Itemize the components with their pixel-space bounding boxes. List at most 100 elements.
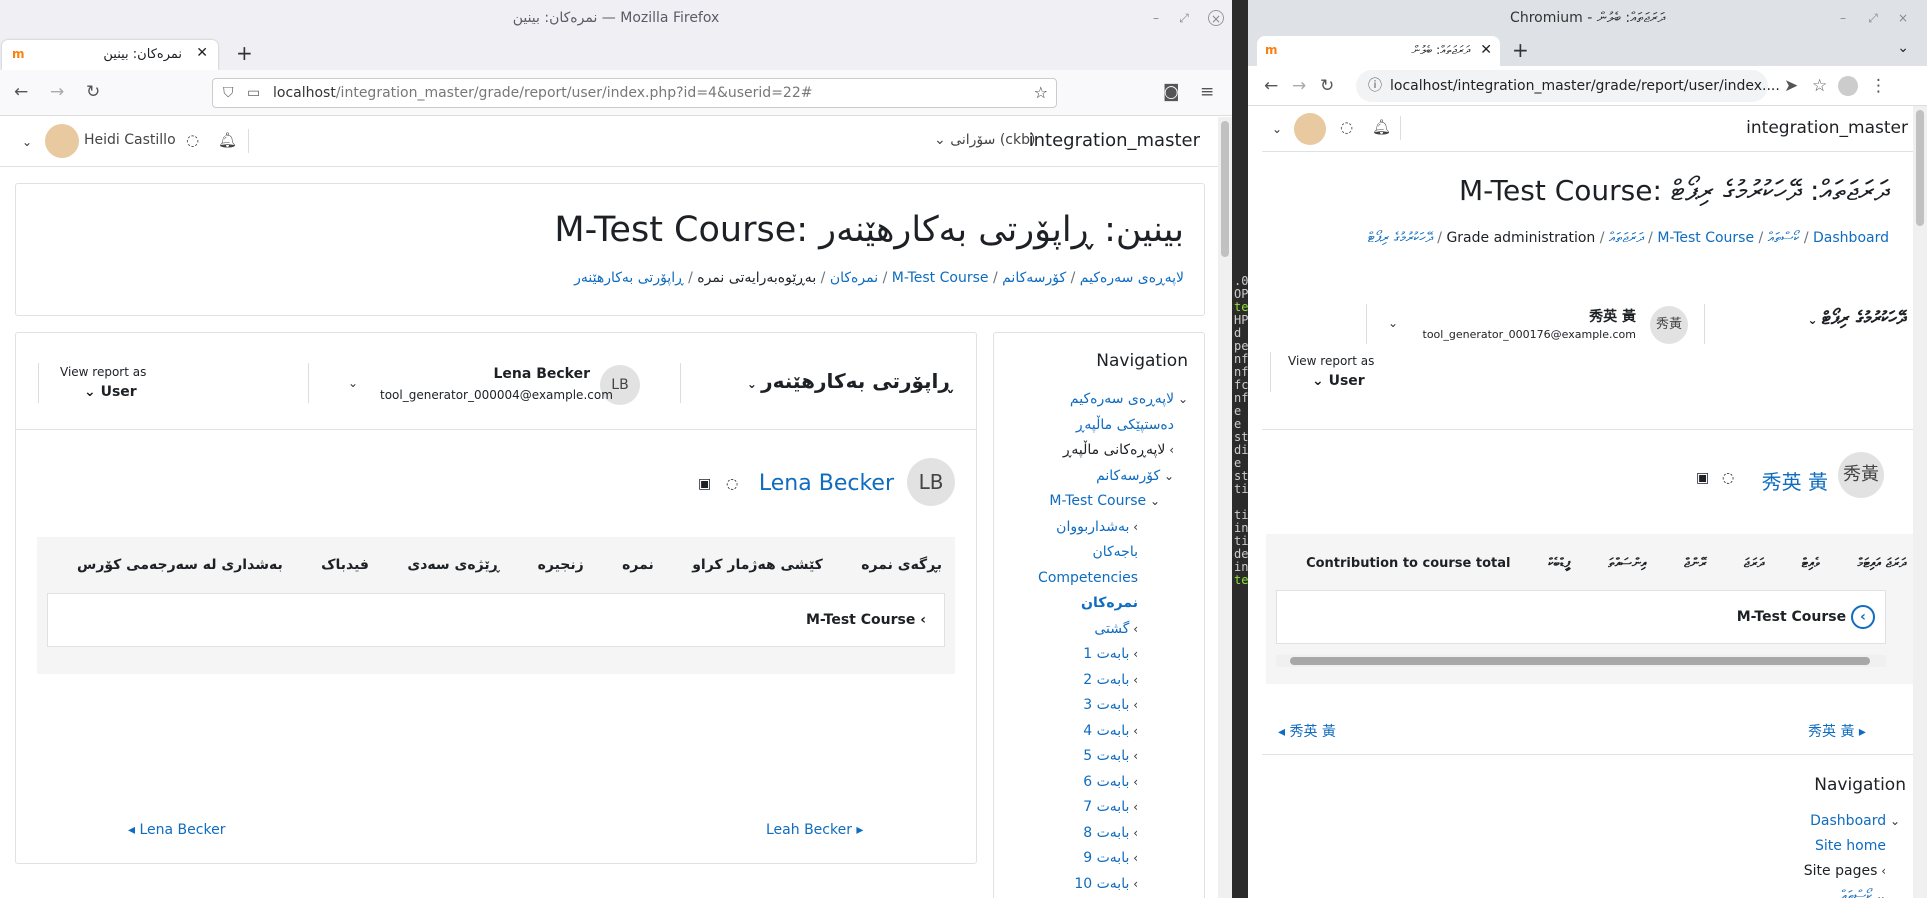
user-select-chevron-icon[interactable]: ⌄ [348,376,358,390]
user-avatar[interactable] [45,124,79,158]
tab-close-icon[interactable]: ✕ [1480,42,1492,58]
course-row-label[interactable]: M-Test Course ‹ [806,612,926,628]
breadcrumb-item[interactable]: ދޭހަކުރުމުގެ ރިޕޯޓް [1368,230,1433,246]
report-selector[interactable]: ⌄ ڕاپۆرتی بەکارهێنەر [747,369,952,393]
scrollbar-thumb[interactable] [1290,657,1870,665]
back-icon[interactable]: ← [14,82,28,102]
nav-item[interactable]: بابەت 6 ‹ [1083,774,1138,790]
nav-item[interactable]: بابەت 5 ‹ [1083,748,1138,764]
next-user-link[interactable]: 秀英 黃 ▸ [1808,721,1866,741]
chevron-left-icon: ‹ [1129,647,1138,661]
horizontal-scrollbar[interactable] [1276,655,1886,667]
language-menu[interactable]: ⌄ سۆرانی (ckb) [934,132,1035,148]
bookmark-star-icon[interactable]: ☆ [1812,76,1827,96]
report-user-name[interactable]: Lena Becker [734,471,894,496]
minimize-button[interactable]: – [1148,10,1164,26]
site-name[interactable]: integration_master [1746,118,1908,138]
breadcrumb-item[interactable]: M-Test Course [1657,230,1754,246]
scrollbar-thumb[interactable] [1221,121,1229,257]
breadcrumb-item[interactable]: ކޯސްތައް [1768,230,1800,246]
notifications-bell-icon[interactable]: 🔔︎ [218,131,237,149]
menu-icon[interactable]: ⋮ [1870,76,1887,96]
nav-item[interactable]: بابەت 3 ‹ [1083,697,1138,713]
messages-icon[interactable]: ◌ [186,131,199,149]
url-bar[interactable]: ⓘ localhost/integration_master/grade/rep… [1356,70,1780,102]
nav-item[interactable]: M-Test Course ⌄ [1049,493,1160,509]
menu-icon[interactable]: ≡ [1200,82,1214,102]
table-row: M-Test Course ‹ [1276,590,1886,644]
maximize-button[interactable]: ⤢ [1176,10,1192,26]
nav-item[interactable]: Competencies [1038,570,1138,586]
nav-item[interactable]: Dashboard ⌄ [1810,813,1900,829]
browser-tab[interactable]: m نمرەکان: بینین ✕ [2,40,218,70]
nav-item[interactable]: بەشداربووان ‹ [1056,519,1138,535]
nav-item[interactable]: نمرەکان [1081,595,1138,611]
nav-item[interactable]: باجەکان [1092,544,1138,560]
breadcrumb-item[interactable]: کۆرسەکانم [1002,270,1066,286]
close-window-button[interactable]: × [1208,10,1224,26]
user-select-chevron-icon[interactable]: ⌄ [1388,316,1398,330]
url-bar[interactable]: ⛉ ▭ localhost/integration_master/grade/r… [212,78,1057,108]
tab-search-icon[interactable]: ⌄ [1897,40,1909,56]
user-menu-chevron-icon[interactable]: ⌄ [22,135,32,149]
prev-user-link[interactable]: ◂ Lena Becker [128,822,225,838]
view-as-select[interactable]: ⌄ User [1312,373,1365,389]
forward-icon[interactable]: → [50,82,64,102]
browser-tab[interactable]: m ދަރަޖަތައް: ބެލުން ✕ [1257,36,1500,66]
bookmark-star-icon[interactable]: ☆ [1034,79,1048,107]
breadcrumb-item[interactable]: ڕاپۆرتی بەکارهێنەر [574,270,684,286]
scrollbar-thumb[interactable] [1916,110,1924,226]
selected-user-name[interactable]: 秀英 黃 [1412,306,1636,326]
breadcrumb-item[interactable]: نمرەکان [830,270,878,286]
nav-item[interactable]: ކޯސްތައް ⌄ [1840,888,1886,898]
nav-item[interactable]: کۆرسەکانم ⌄ [1096,468,1174,484]
view-as-select[interactable]: ⌄ User [84,384,137,400]
forward-icon[interactable]: → [1292,76,1306,96]
close-window-button[interactable]: × [1895,10,1911,26]
report-selector[interactable]: ⌄ ދޭހަކުރުމުގެ ރިޕޯޓް [1807,308,1906,329]
breadcrumb-item[interactable]: ދަރަޖަތައް [1609,230,1644,246]
page-scrollbar[interactable] [1913,106,1927,898]
new-tab-button[interactable]: + [1512,40,1529,60]
messages-icon[interactable]: ◌ [1340,118,1353,136]
next-user-link[interactable]: Leah Becker ▸ [766,822,863,838]
page-scrollbar[interactable] [1218,117,1232,898]
maximize-button[interactable]: ⤢ [1865,10,1881,26]
site-name[interactable]: integration_master [1029,130,1200,151]
message-icon[interactable]: ◌ [1722,470,1734,486]
breadcrumb-item[interactable]: M-Test Course [892,270,989,286]
minimize-button[interactable]: – [1835,10,1851,26]
profile-icon[interactable] [1838,76,1858,96]
nav-item[interactable]: بابەت 4 ‹ [1083,723,1138,739]
tab-close-icon[interactable]: ✕ [196,45,208,61]
nav-item[interactable]: گشتی ‹ [1094,621,1138,637]
nav-item[interactable]: Site home [1815,838,1886,854]
nav-item[interactable]: بابەت 8 ‹ [1083,825,1138,841]
nav-item[interactable]: لاپەڕەی سەرەکیم ⌄ [1070,391,1188,407]
user-menu-chevron-icon[interactable]: ⌄ [1272,122,1282,136]
profile-card-icon[interactable]: ▣ [698,476,711,492]
nav-item[interactable]: بابەت 2 ‹ [1083,672,1138,688]
nav-item[interactable]: بابەت 10 ‹ [1074,876,1138,892]
reload-icon[interactable]: ↻ [1320,76,1334,96]
nav-item[interactable]: بابەت 1 ‹ [1083,646,1138,662]
nav-item[interactable]: دەستپێکی ماڵپەڕ [1076,417,1174,433]
breadcrumb-item[interactable]: Dashboard [1813,230,1889,246]
course-row-label[interactable]: M-Test Course ‹ [1737,605,1875,629]
report-user-name[interactable]: 秀英 黃 [1718,466,1828,495]
user-name[interactable]: Heidi Castillo [84,132,176,148]
notifications-bell-icon[interactable]: 🔔︎ [1372,118,1391,136]
back-icon[interactable]: ← [1264,76,1278,96]
nav-item[interactable]: بابەت 9 ‹ [1083,850,1138,866]
breadcrumb-item[interactable]: لاپەڕەی سەرەکیم [1080,270,1184,286]
new-tab-button[interactable]: + [236,43,253,63]
send-icon[interactable]: ➤ [1784,76,1798,96]
prev-user-link[interactable]: ◂ 秀英 黃 [1278,721,1336,741]
nav-item[interactable]: بابەت 7 ‹ [1083,799,1138,815]
pocket-icon[interactable]: ◙ [1163,82,1180,102]
reload-icon[interactable]: ↻ [86,82,100,102]
message-icon[interactable]: ◌ [726,476,738,492]
user-avatar[interactable] [1294,113,1326,145]
selected-user-name[interactable]: Lena Becker [380,366,590,382]
profile-card-icon[interactable]: ▣ [1696,470,1709,486]
